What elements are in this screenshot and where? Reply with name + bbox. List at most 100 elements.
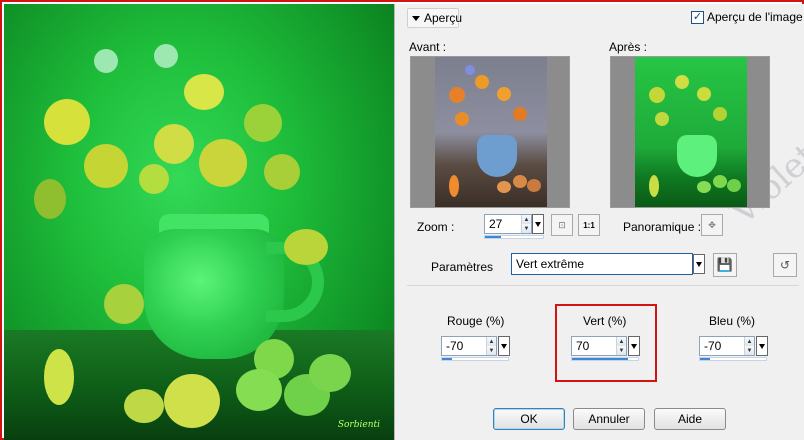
- blue-spin-arrows[interactable]: ▲ ▼: [744, 337, 754, 355]
- pan-button[interactable]: ✥: [701, 214, 723, 236]
- fruit: [727, 179, 741, 192]
- before-preview[interactable]: [410, 56, 570, 208]
- fruit: [513, 175, 527, 188]
- flower: [44, 99, 90, 145]
- triangle-down-icon: [759, 343, 765, 349]
- artist-signature: Sorbienti: [337, 420, 380, 430]
- green-channel-label: Vert (%): [583, 314, 627, 328]
- blue-spinbox[interactable]: -70 ▲ ▼: [699, 336, 755, 356]
- before-label: Avant :: [409, 40, 447, 54]
- zoom-label: Zoom :: [417, 220, 455, 234]
- flower: [697, 87, 711, 101]
- zoom-slider[interactable]: [484, 235, 544, 239]
- flower: [649, 175, 659, 197]
- flower: [184, 74, 224, 110]
- spin-down-icon[interactable]: ▼: [487, 346, 496, 355]
- blue-slider[interactable]: [699, 357, 767, 361]
- red-spin-arrows[interactable]: ▲ ▼: [486, 337, 496, 355]
- red-spinbox[interactable]: -70 ▲ ▼: [441, 336, 497, 356]
- flower: [34, 179, 66, 219]
- spin-up-icon[interactable]: ▲: [617, 337, 626, 346]
- red-slider[interactable]: [441, 357, 509, 361]
- flower: [465, 65, 475, 75]
- save-preset-button[interactable]: 💾: [713, 253, 737, 277]
- green-dropdown-button[interactable]: [628, 336, 640, 356]
- triangle-down-icon: [696, 261, 702, 267]
- flower: [244, 104, 282, 142]
- flower: [154, 44, 178, 68]
- preview-checkbox-label: Aperçu de l'image: [707, 10, 803, 24]
- flower: [84, 144, 128, 188]
- triangle-down-icon: [535, 221, 541, 227]
- preset-dropdown-button[interactable]: [693, 254, 705, 274]
- fruit: [713, 175, 727, 188]
- preset-select[interactable]: Vert extrême: [511, 253, 693, 275]
- flower: [655, 112, 669, 126]
- large-image-preview: Sorbienti: [4, 4, 394, 440]
- help-button[interactable]: Aide: [654, 408, 726, 430]
- triangle-down-icon: [631, 343, 637, 349]
- cancel-button[interactable]: Annuler: [573, 408, 645, 430]
- vase: [144, 229, 284, 359]
- apercu-toggle-button[interactable]: Aperçu: [407, 8, 462, 28]
- pan-label: Panoramique :: [623, 220, 702, 234]
- after-preview: [610, 56, 770, 208]
- green-value: 70: [576, 339, 590, 353]
- separator: [407, 285, 799, 286]
- red-slider-fill: [442, 358, 452, 360]
- zoom-slider-fill: [485, 236, 501, 238]
- flower: [675, 75, 689, 89]
- blue-channel-label: Bleu (%): [709, 314, 756, 328]
- zoom-dropdown-button[interactable]: [532, 214, 544, 234]
- flower: [44, 349, 74, 405]
- flower: [455, 112, 469, 126]
- flower: [264, 154, 300, 190]
- zoom-spinbox[interactable]: 27 ▲ ▼: [484, 214, 532, 234]
- preview-checkbox-row[interactable]: ✓ Aperçu de l'image: [691, 10, 803, 24]
- preview-checkbox[interactable]: ✓: [691, 10, 704, 24]
- green-slider[interactable]: [571, 357, 639, 361]
- flower: [513, 107, 527, 121]
- red-channel-label: Rouge (%): [447, 314, 505, 328]
- ok-button[interactable]: OK: [493, 408, 565, 430]
- zoom-value: 27: [489, 217, 503, 231]
- spin-up-icon[interactable]: ▲: [522, 215, 531, 224]
- triangle-down-icon: [501, 343, 507, 349]
- flower: [284, 229, 328, 265]
- flower: [164, 374, 220, 428]
- flower: [139, 164, 169, 194]
- spin-down-icon[interactable]: ▼: [522, 224, 531, 233]
- spin-up-icon[interactable]: ▲: [487, 337, 496, 346]
- red-value: -70: [446, 339, 464, 353]
- effect-dialog: Violette Graphic Aperçu ✓ Aperçu de l'im…: [394, 4, 804, 440]
- preset-selected-value: Vert extrême: [516, 257, 585, 271]
- spin-down-icon[interactable]: ▼: [745, 346, 754, 355]
- screenshot-frame: Sorbienti Violette Graphic Aperçu ✓ Aper…: [0, 0, 804, 440]
- blue-dropdown-button[interactable]: [756, 336, 768, 356]
- actual-size-button[interactable]: 1:1: [578, 214, 600, 236]
- spin-up-icon[interactable]: ▲: [745, 337, 754, 346]
- crosshair-icon: ✥: [708, 219, 716, 230]
- after-label: Après :: [609, 40, 648, 54]
- triangle-down-icon: [412, 15, 420, 21]
- fruit: [236, 369, 282, 411]
- flower: [124, 389, 164, 423]
- flower: [713, 107, 727, 121]
- zoom-spin-arrows[interactable]: ▲ ▼: [521, 215, 531, 233]
- vase: [677, 135, 717, 177]
- flower: [94, 49, 118, 73]
- green-spinbox[interactable]: 70 ▲ ▼: [571, 336, 627, 356]
- red-dropdown-button[interactable]: [498, 336, 510, 356]
- vase: [477, 135, 517, 177]
- fruit: [309, 354, 351, 392]
- actual-size-icon: 1:1: [583, 220, 595, 230]
- reset-icon: ↺: [779, 258, 791, 272]
- flower: [449, 87, 465, 103]
- reset-button[interactable]: ↺: [773, 253, 797, 277]
- before-image: [435, 57, 547, 207]
- flower: [449, 175, 459, 197]
- green-spin-arrows[interactable]: ▲ ▼: [616, 337, 626, 355]
- fit-window-button[interactable]: ⊡: [551, 214, 573, 236]
- spin-down-icon[interactable]: ▼: [617, 346, 626, 355]
- fruit: [697, 181, 711, 193]
